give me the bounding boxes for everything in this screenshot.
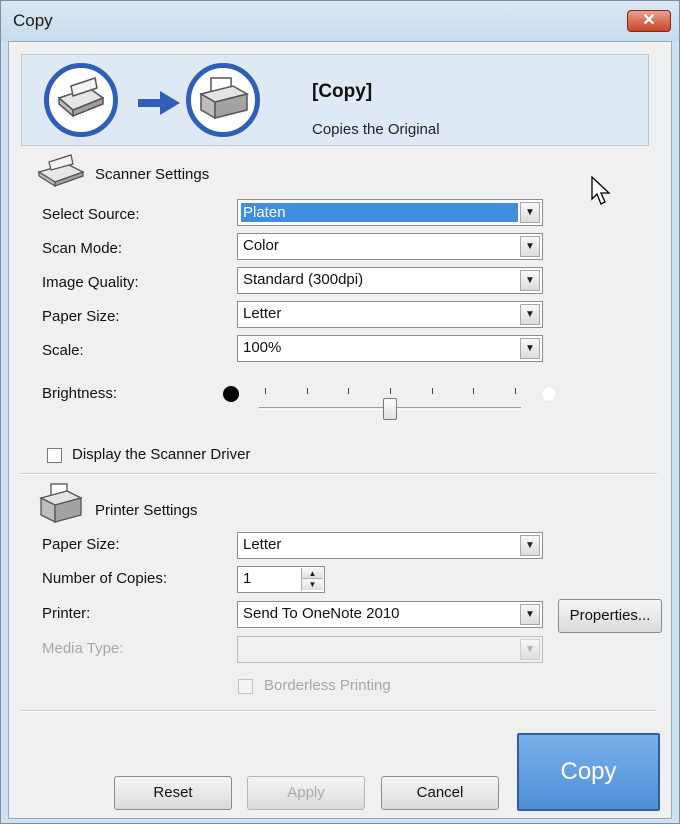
printer-paper-size-dropdown[interactable]: Letter ▼ [237,532,543,559]
apply-button[interactable]: Apply [247,776,365,810]
brightness-slider[interactable] [219,382,559,432]
chevron-down-icon[interactable]: ▼ [520,236,540,257]
decrement-icon[interactable]: ▼ [302,579,323,590]
printer-icon [39,483,83,524]
slider-thumb[interactable] [383,398,397,420]
copies-label: Number of Copies: [42,570,168,587]
dialog-client-area: [Copy] Copies the Original Scanner Setti… [8,41,672,819]
title-bar[interactable]: Copy ✕ [1,1,679,41]
scanner-settings-title: Scanner Settings [95,166,210,183]
scan-mode-value: Color [243,237,279,254]
slider-tick [348,388,350,394]
slider-tick [306,388,308,394]
dark-dot-icon [223,386,239,402]
media-type-label: Media Type: [42,640,124,657]
scale-label: Scale: [42,342,84,359]
printer-value: Send To OneNote 2010 [243,605,400,622]
image-quality-dropdown[interactable]: Standard (300dpi) ▼ [237,267,543,294]
close-button[interactable]: ✕ [627,10,671,32]
reset-button[interactable]: Reset [114,776,232,810]
display-driver-label: Display the Scanner Driver [72,446,251,463]
close-icon: ✕ [642,12,656,29]
scan-mode-label: Scan Mode: [42,240,123,257]
display-driver-checkbox[interactable] [47,448,62,463]
select-source-dropdown[interactable]: Platen ▼ [237,199,543,226]
banner-title: [Copy] [312,81,373,102]
image-quality-value: Standard (300dpi) [243,271,364,288]
media-type-dropdown[interactable]: ▼ [237,636,543,663]
copies-stepper[interactable]: 1 ▲ ▼ [237,566,325,593]
slider-tick [265,388,266,394]
slider-tick [473,388,475,394]
brightness-label: Brightness: [42,385,118,402]
slider-tick [390,388,391,394]
footer-divider [21,710,657,712]
copy-button[interactable]: Copy [517,733,660,811]
printer-paper-size-label: Paper Size: [42,536,120,553]
scanner-circle-icon [44,63,118,137]
select-source-label: Select Source: [42,206,140,223]
borderless-checkbox[interactable] [238,679,253,694]
printer-paper-size-value: Letter [243,536,282,553]
slider-tick [431,388,433,394]
properties-button[interactable]: Properties... [558,599,662,633]
chevron-down-icon[interactable]: ▼ [520,304,540,325]
slider-tick [515,388,516,394]
mouse-cursor-icon [591,176,611,205]
increment-icon[interactable]: ▲ [302,568,323,579]
scanner-icon [37,154,85,188]
scan-mode-dropdown[interactable]: Color ▼ [237,233,543,260]
borderless-label: Borderless Printing [264,677,391,694]
scale-dropdown[interactable]: 100% ▼ [237,335,543,362]
printer-settings-title: Printer Settings [95,502,198,519]
arrow-right-icon [138,91,180,115]
cancel-button[interactable]: Cancel [381,776,499,810]
copy-banner: [Copy] Copies the Original [21,54,649,146]
copies-value[interactable]: 1 [243,570,251,587]
scanner-paper-size-label: Paper Size: [42,308,120,325]
image-quality-label: Image Quality: [42,274,139,291]
printer-circle-icon [186,63,260,137]
window-title: Copy [13,11,53,30]
section-divider [21,473,657,475]
chevron-down-icon[interactable]: ▼ [520,604,540,625]
scale-value: 100% [243,339,282,356]
banner-description: Copies the Original [312,121,440,138]
printer-label: Printer: [42,605,91,622]
chevron-down-icon[interactable]: ▼ [520,639,540,660]
chevron-down-icon[interactable]: ▼ [520,202,540,223]
light-dot-icon [541,386,557,402]
chevron-down-icon[interactable]: ▼ [520,338,540,359]
select-source-value: Platen [241,203,518,222]
chevron-down-icon[interactable]: ▼ [520,270,540,291]
copy-dialog-window: Copy ✕ [Copy] Copies the Original Scanne… [0,0,680,824]
chevron-down-icon[interactable]: ▼ [520,535,540,556]
scanner-paper-size-dropdown[interactable]: Letter ▼ [237,301,543,328]
printer-dropdown[interactable]: Send To OneNote 2010 ▼ [237,601,543,628]
scanner-paper-size-value: Letter [243,305,282,322]
